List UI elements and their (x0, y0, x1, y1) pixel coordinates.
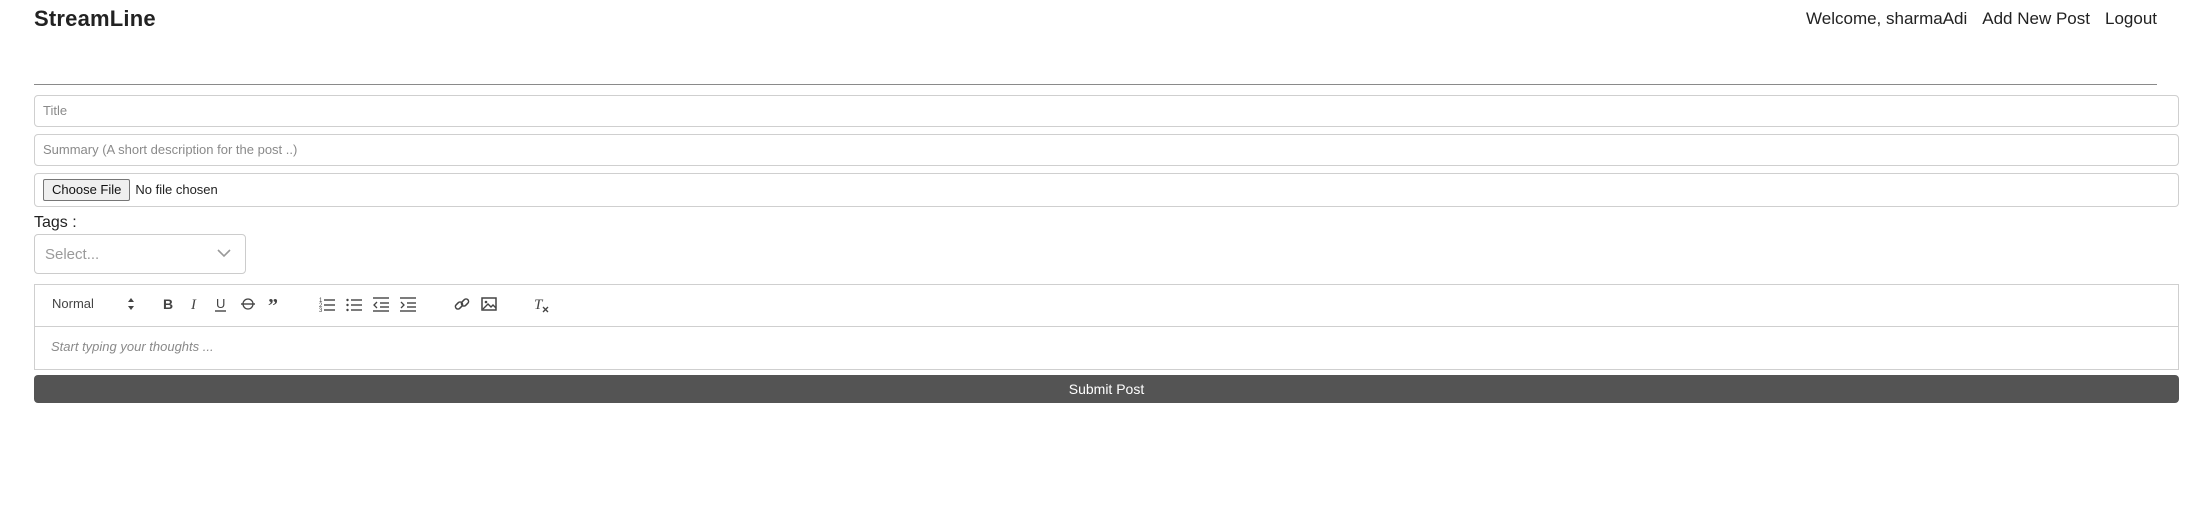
image-icon[interactable] (480, 295, 498, 313)
header-divider (34, 84, 2157, 85)
svg-text:T: T (534, 297, 544, 313)
bold-icon[interactable]: B (159, 295, 177, 313)
outdent-icon[interactable] (372, 295, 390, 313)
rich-text-editor: Normal B I U ” 123 T Start typing your t… (34, 284, 2179, 370)
blockquote-icon[interactable]: ” (266, 295, 284, 313)
file-status-text: No file chosen (135, 182, 218, 197)
underline-icon[interactable]: U (212, 295, 230, 313)
logout-link[interactable]: Logout (2105, 9, 2157, 29)
svg-text:U: U (216, 296, 225, 311)
svg-text:”: ” (268, 295, 278, 313)
bullet-list-icon[interactable] (345, 295, 363, 313)
clear-format-icon[interactable]: T (532, 295, 550, 313)
editor-content-area[interactable]: Start typing your thoughts ... (51, 339, 214, 354)
tags-select-placeholder: Select... (45, 246, 100, 263)
nav-links: Welcome, sharmaAdi Add New Post Logout (1806, 9, 2157, 29)
summary-input[interactable]: Summary (A short description for the pos… (34, 134, 2179, 166)
indent-icon[interactable] (399, 295, 417, 313)
ordered-list-icon[interactable]: 123 (318, 295, 336, 313)
link-icon[interactable] (453, 295, 471, 313)
svg-text:3: 3 (319, 308, 323, 313)
file-upload-field: Choose File No file chosen (34, 173, 2179, 207)
tags-label: Tags : (34, 214, 77, 231)
italic-icon[interactable]: I (186, 295, 204, 313)
format-select[interactable]: Normal (52, 296, 94, 311)
choose-file-button[interactable]: Choose File (43, 179, 131, 201)
title-input[interactable]: Title (34, 95, 2179, 127)
brand-logo-text[interactable]: StreamLine (34, 6, 156, 32)
editor-toolbar: Normal B I U ” 123 T (35, 285, 2178, 327)
svg-text:B: B (163, 296, 173, 312)
tags-select[interactable]: Select... (34, 234, 246, 274)
welcome-text: Welcome, sharmaAdi (1806, 9, 1968, 28)
submit-post-button[interactable]: Submit Post (34, 375, 2179, 403)
add-new-post-link[interactable]: Add New Post (1982, 9, 2090, 29)
chevron-down-icon (217, 249, 231, 258)
updown-arrows-icon (128, 298, 134, 310)
top-navbar: StreamLine Welcome, sharmaAdi Add New Po… (34, 0, 2157, 40)
svg-text:I: I (190, 297, 197, 313)
strikethrough-icon[interactable] (239, 295, 257, 313)
